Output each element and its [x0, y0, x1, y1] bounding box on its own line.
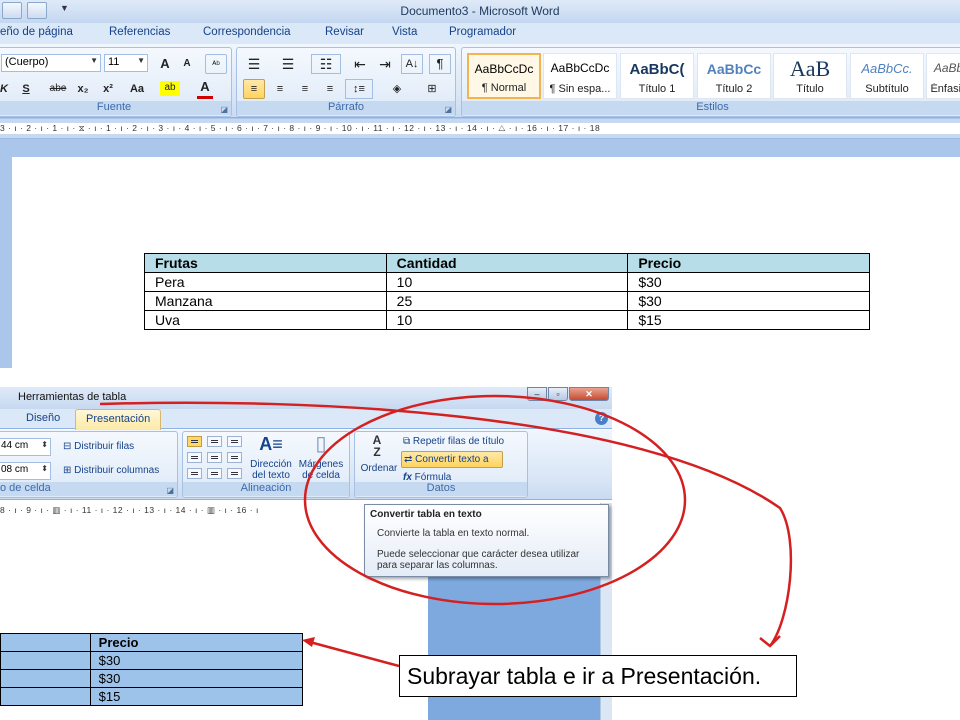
pointer-arrow-line	[305, 639, 400, 668]
curve-arrow-tip	[759, 635, 781, 648]
annotation-overlay	[99, 394, 793, 668]
highlight-ellipse	[303, 394, 687, 606]
curve-arrow	[99, 401, 793, 647]
pointer-arrow-head	[302, 637, 315, 647]
instruction-callout: Subrayar tabla e ir a Presentación.	[399, 655, 797, 697]
